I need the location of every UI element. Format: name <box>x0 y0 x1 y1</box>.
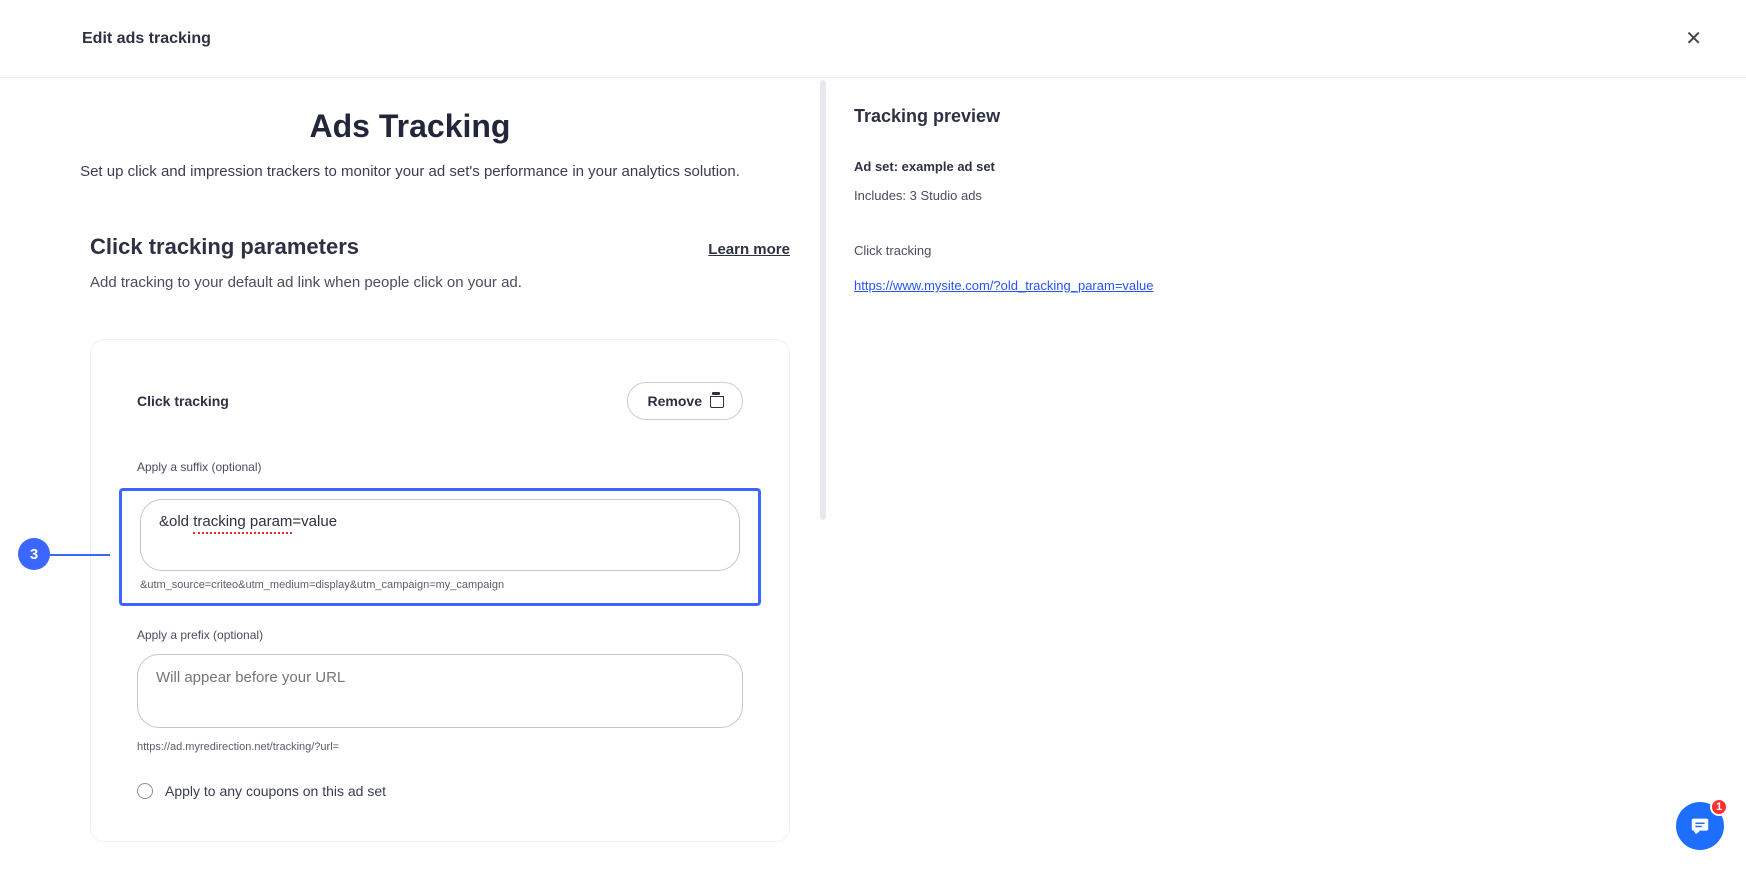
learn-more-link[interactable]: Learn more <box>708 241 790 258</box>
preview-title: Tracking preview <box>854 106 1706 127</box>
remove-button-label: Remove <box>648 393 702 409</box>
preview-panel: Tracking preview Ad set: example ad set … <box>826 78 1746 886</box>
prefix-field-label: Apply a prefix (optional) <box>137 628 743 642</box>
annotation-line <box>50 554 110 556</box>
suffix-helper-text: &utm_source=criteo&utm_medium=display&ut… <box>140 579 740 591</box>
preview-click-label: Click tracking <box>854 243 1706 258</box>
preview-includes: Includes: 3 Studio ads <box>854 188 1706 203</box>
preview-block: Ad set: example ad set Includes: 3 Studi… <box>854 159 1706 295</box>
suffix-highlight-box: &old tracking param=value &utm_source=cr… <box>119 488 761 606</box>
suffix-value-part3: =value <box>292 513 337 530</box>
suffix-value-spellcheck: tracking param <box>193 512 292 534</box>
click-tracking-card: Click tracking Remove Apply a suffix (op… <box>90 339 790 842</box>
left-panel: Ads Tracking Set up click and impression… <box>0 78 820 886</box>
coupon-checkbox[interactable] <box>137 783 153 799</box>
chat-badge-count: 1 <box>1716 801 1722 813</box>
suffix-value-part1: &old <box>159 513 193 530</box>
section-title: Click tracking parameters <box>90 234 359 260</box>
suffix-input[interactable]: &old tracking param=value <box>140 499 740 571</box>
page-subtitle: Set up click and impression trackers to … <box>0 163 820 180</box>
annotation-badge: 3 <box>18 538 50 570</box>
coupon-checkbox-label: Apply to any coupons on this ad set <box>165 783 386 799</box>
remove-button[interactable]: Remove <box>627 382 743 420</box>
coupon-checkbox-row: Apply to any coupons on this ad set <box>137 783 743 799</box>
modal-content: Ads Tracking Set up click and impression… <box>0 78 1746 886</box>
modal-title: Edit ads tracking <box>82 30 211 48</box>
prefix-helper-text: https://ad.myredirection.net/tracking/?u… <box>137 741 743 753</box>
prefix-field-block: Apply a prefix (optional) https://ad.myr… <box>137 628 743 753</box>
preview-url-link[interactable]: https://www.mysite.com/?old_tracking_par… <box>854 278 1154 293</box>
suffix-field-label: Apply a suffix (optional) <box>137 460 743 474</box>
click-tracking-section: Click tracking parameters Learn more Add… <box>0 180 820 842</box>
section-header: Click tracking parameters Learn more <box>90 234 790 260</box>
chat-icon <box>1689 815 1711 837</box>
page-title: Ads Tracking <box>0 108 820 145</box>
close-icon[interactable]: ✕ <box>1677 22 1710 55</box>
card-header: Click tracking Remove <box>137 382 743 420</box>
preview-adset-label: Ad set: example ad set <box>854 159 1706 174</box>
chat-notification-badge: 1 <box>1710 798 1728 816</box>
modal-header: Edit ads tracking ✕ <box>0 0 1746 78</box>
prefix-input[interactable] <box>137 654 743 728</box>
chat-widget-button[interactable]: 1 <box>1676 802 1724 850</box>
card-title: Click tracking <box>137 393 229 409</box>
annotation-number: 3 <box>30 546 38 563</box>
trash-icon <box>710 394 722 408</box>
section-description: Add tracking to your default ad link whe… <box>90 274 790 291</box>
